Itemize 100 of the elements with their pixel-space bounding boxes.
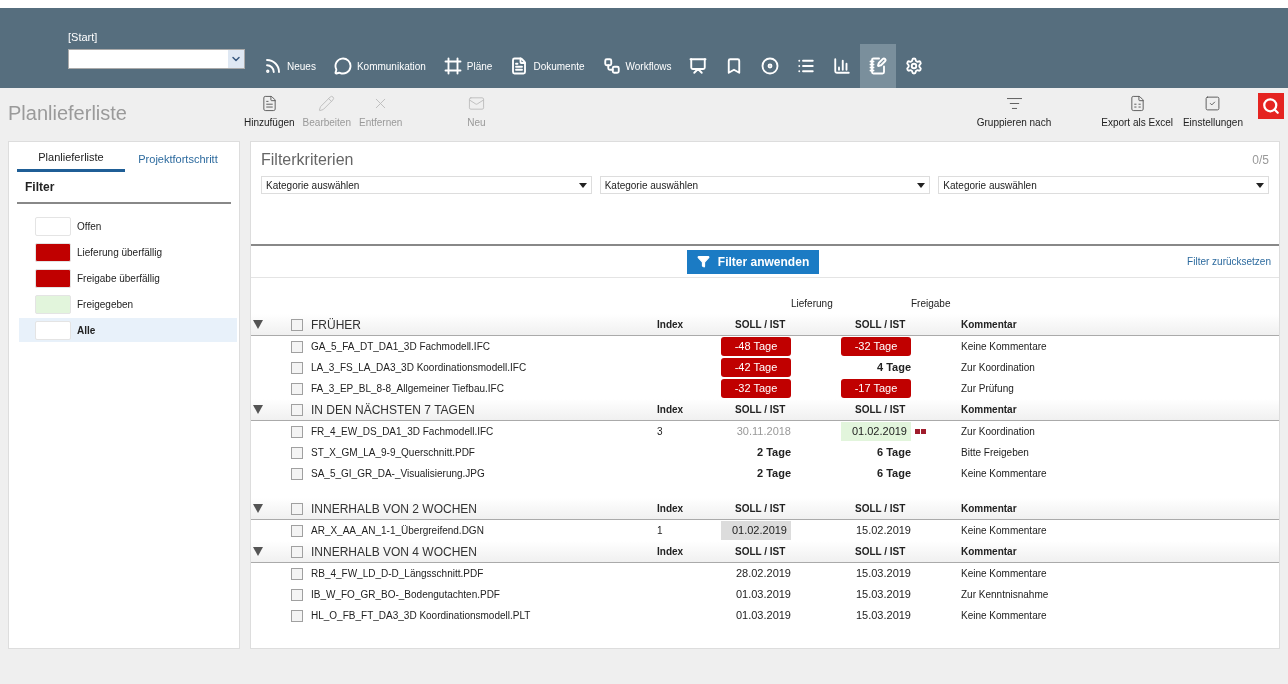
- legend-item[interactable]: Offen: [19, 214, 237, 238]
- checkbox-icon: [1204, 95, 1222, 112]
- index-cell: 1: [657, 525, 663, 536]
- spreadsheet-icon: [1128, 95, 1146, 112]
- legend-item[interactable]: Alle: [19, 318, 237, 342]
- toolbar-button[interactable]: Gruppieren nach: [971, 95, 1057, 130]
- checkbox[interactable]: [291, 361, 303, 374]
- caret-down-icon[interactable]: [253, 405, 263, 414]
- file-name-cell-text: GA_5_FA_DT_DA1_3D Fachmodell.IFC: [310, 340, 491, 354]
- category-select[interactable]: Kategorie auswählen: [261, 176, 592, 194]
- comment-cell-text: Zur Kenntnisnahme: [961, 588, 1049, 602]
- document-icon: [260, 95, 278, 112]
- column-header: Index: [657, 545, 685, 559]
- document-icon: [510, 57, 529, 75]
- checkbox[interactable]: [291, 318, 303, 331]
- column-group-header: Freigabe: [910, 297, 952, 311]
- caret-icon: [1256, 182, 1264, 188]
- toolbar-button[interactable]: Hinzufügen: [240, 95, 299, 130]
- caret-down-icon[interactable]: [253, 547, 263, 556]
- speech-bubble-icon: [333, 57, 352, 75]
- checkbox[interactable]: [291, 403, 303, 416]
- caret-down-icon[interactable]: [253, 320, 263, 329]
- legend-item[interactable]: Freigabe überfällig: [19, 266, 237, 290]
- file-name-cell-text: FR_4_EW_DS_DA1_3D Fachmodell.IFC: [310, 425, 495, 439]
- group-title: INNERHALB VON 4 WOCHEN: [310, 543, 479, 561]
- column-header: SOLL / IST: [734, 545, 787, 559]
- settings-icon: [905, 57, 924, 75]
- checkbox[interactable]: [291, 545, 303, 558]
- checkbox[interactable]: [291, 524, 303, 537]
- date-cell-text: 6 Tage: [875, 466, 911, 482]
- category-select[interactable]: Kategorie auswählen: [599, 176, 931, 194]
- file-name-cell-text: FA_3_EP_BL_8-8_Allgemeiner Tiefbau.IFC: [310, 382, 505, 396]
- file-name-cell-text: LA_3_FS_LA_DA3_3D Koordinationsmodell.IFC: [310, 361, 528, 375]
- start-label: [Start]: [68, 29, 99, 45]
- nav-item[interactable]: [860, 44, 897, 88]
- checkbox[interactable]: [291, 382, 303, 395]
- column-header: Index: [657, 318, 685, 332]
- group-title: IN DEN NÄCHSTEN 7 TAGEN: [310, 401, 476, 419]
- frame-icon: [443, 57, 462, 75]
- comment-cell-text: Keine Kommentare: [961, 567, 1047, 581]
- checkbox[interactable]: [291, 340, 303, 353]
- filter-heading: Filter: [25, 179, 55, 196]
- date-cell: -17 Tage: [841, 379, 911, 398]
- reset-filter-link[interactable]: Filter zurücksetzen: [1187, 254, 1271, 269]
- filter-count: 0/5: [1252, 152, 1269, 169]
- date-cell-text: 15.03.2019: [854, 566, 911, 582]
- caret-icon: [917, 182, 926, 188]
- checkbox[interactable]: [291, 609, 303, 622]
- search-button[interactable]: [1258, 92, 1284, 119]
- comment-cell-text: Zur Prüfung: [961, 382, 1014, 396]
- nav-item[interactable]: Neues: [255, 44, 325, 88]
- apply-filter-button[interactable]: Filter anwenden: [686, 249, 820, 274]
- date-cell-text: 2 Tage: [755, 445, 791, 461]
- checkbox[interactable]: [291, 502, 303, 515]
- column-header: Kommentar: [961, 318, 1017, 332]
- checkbox[interactable]: [291, 567, 303, 580]
- nav-item[interactable]: Dokumente: [501, 44, 594, 88]
- date-cell-text: 15.02.2019: [854, 523, 911, 539]
- toolbar-button[interactable]: Einstellungen: [1177, 95, 1248, 130]
- sidebar-tab[interactable]: Planlieferliste: [17, 146, 125, 172]
- file-name-cell-text: RB_4_FW_LD_D-D_Längsschnitt.PDF: [310, 567, 485, 581]
- date-cell-text: 2 Tage: [755, 466, 791, 482]
- comment-cell-text: Bitte Freigeben: [961, 446, 1029, 460]
- comment-cell-text: Keine Kommentare: [961, 340, 1047, 354]
- date-cell-text: 01.03.2019: [734, 587, 791, 603]
- checkbox[interactable]: [291, 467, 303, 480]
- column-header: SOLL / IST: [854, 545, 907, 559]
- checkbox[interactable]: [291, 425, 303, 438]
- index-cell: 3: [657, 426, 663, 437]
- nav-item[interactable]: Kommunikation: [324, 44, 435, 88]
- checkbox[interactable]: [291, 446, 303, 459]
- column-header: SOLL / IST: [734, 403, 787, 417]
- column-header: SOLL / IST: [734, 318, 787, 332]
- column-header: SOLL / IST: [854, 318, 907, 332]
- sidebar-tab[interactable]: Projektfortschritt: [125, 146, 231, 172]
- nav-item[interactable]: Workflows: [593, 44, 681, 88]
- nav-item[interactable]: Pläne: [434, 44, 502, 88]
- date-cell-text: 28.02.2019: [734, 566, 791, 582]
- date-cell-text: 4 Tage: [875, 360, 911, 376]
- toolbar-button[interactable]: Export als Excel: [1096, 95, 1178, 130]
- file-name-cell-text: ST_X_GM_LA_9-9_Querschnitt.PDF: [310, 446, 476, 460]
- column-header: Index: [657, 403, 685, 417]
- checkbox[interactable]: [291, 588, 303, 601]
- legend-item[interactable]: Freigegeben: [19, 292, 237, 316]
- column-header: Index: [657, 502, 685, 516]
- project-select[interactable]: [68, 49, 245, 69]
- column-header: SOLL / IST: [854, 403, 907, 417]
- date-cell-text: 01.03.2019: [734, 608, 791, 624]
- column-group-header: Lieferung: [790, 297, 834, 311]
- comment-cell-text: Keine Kommentare: [961, 609, 1047, 623]
- bar-chart-icon: [833, 57, 852, 75]
- file-name-cell-text: SA_5_GI_GR_DA-_Visualisierung.JPG: [310, 467, 486, 481]
- category-select[interactable]: Kategorie auswählen: [938, 176, 1269, 194]
- date-cell-text: 30.11.2018: [735, 424, 791, 440]
- legend-item[interactable]: Lieferung überfällig: [19, 240, 237, 264]
- list-icon: [1005, 95, 1023, 112]
- caret-down-icon[interactable]: [253, 504, 263, 513]
- group-title: FRÜHER: [310, 316, 362, 334]
- date-cell: -42 Tage: [721, 358, 791, 377]
- date-cell-text: 15.03.2019: [854, 608, 911, 624]
